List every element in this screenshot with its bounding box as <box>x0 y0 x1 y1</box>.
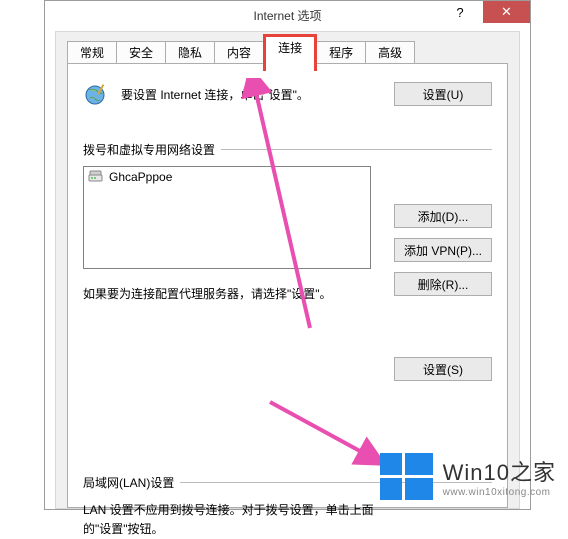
titlebar: Internet 选项 ? ✕ <box>45 1 530 30</box>
add-vpn-button[interactable]: 添加 VPN(P)... <box>394 238 492 262</box>
remove-button[interactable]: 删除(R)... <box>394 272 492 296</box>
setup-text: 要设置 Internet 连接，单击"设置"。 <box>121 82 384 103</box>
list-item-label: GhcaPppoe <box>109 170 172 184</box>
setup-button[interactable]: 设置(U) <box>394 82 492 106</box>
connections-panel: 要设置 Internet 连接，单击"设置"。 设置(U) 拨号和虚拟专用网络设… <box>67 63 508 508</box>
tab-privacy[interactable]: 隐私 <box>165 41 215 64</box>
close-button[interactable]: ✕ <box>483 1 530 23</box>
watermark-main: Win10之家 <box>443 455 556 487</box>
tab-strip: 常规 安全 隐私 内容 连接 程序 高级 <box>67 41 508 64</box>
add-button[interactable]: 添加(D)... <box>394 204 492 228</box>
globe-wand-icon <box>83 82 111 115</box>
list-item[interactable]: GhcaPppoe <box>86 169 368 185</box>
setup-row: 要设置 Internet 连接，单击"设置"。 设置(U) <box>83 82 492 115</box>
proxy-settings-button[interactable]: 设置(S) <box>394 357 492 381</box>
dialup-section-text: 拨号和虚拟专用网络设置 <box>83 141 215 158</box>
tab-security[interactable]: 安全 <box>116 41 166 64</box>
window-title: Internet 选项 <box>253 7 321 24</box>
lan-description-text: LAN 设置不应用到拨号连接。对于拨号设置，单击上面的"设置"按钮。 <box>83 501 383 539</box>
internet-options-window: Internet 选项 ? ✕ 常规 安全 隐私 内容 连接 程序 高级 <box>44 0 531 510</box>
tab-programs[interactable]: 程序 <box>316 41 366 64</box>
watermark-text: Win10之家 www.win10xitong.com <box>443 455 556 498</box>
tab-advanced[interactable]: 高级 <box>365 41 415 64</box>
modem-icon <box>88 170 104 184</box>
dialup-buttons: 添加(D)... 添加 VPN(P)... 删除(R)... <box>394 204 492 296</box>
divider <box>221 149 492 150</box>
watermark: Win10之家 www.win10xitong.com <box>380 453 556 500</box>
dialog-body: 常规 安全 隐私 内容 连接 程序 高级 要设置 Internet 连接，单击"… <box>55 31 520 509</box>
watermark-sub: www.win10xitong.com <box>443 487 556 498</box>
windows-logo-icon <box>380 453 433 500</box>
connections-listbox[interactable]: GhcaPppoe <box>83 166 371 269</box>
dialup-section-label: 拨号和虚拟专用网络设置 <box>83 141 492 158</box>
lan-section-text: 局域网(LAN)设置 <box>83 474 174 491</box>
tab-content[interactable]: 内容 <box>214 41 264 64</box>
tab-general[interactable]: 常规 <box>67 41 117 64</box>
help-button[interactable]: ? <box>437 1 483 23</box>
tab-connections[interactable]: 连接 <box>263 34 317 71</box>
